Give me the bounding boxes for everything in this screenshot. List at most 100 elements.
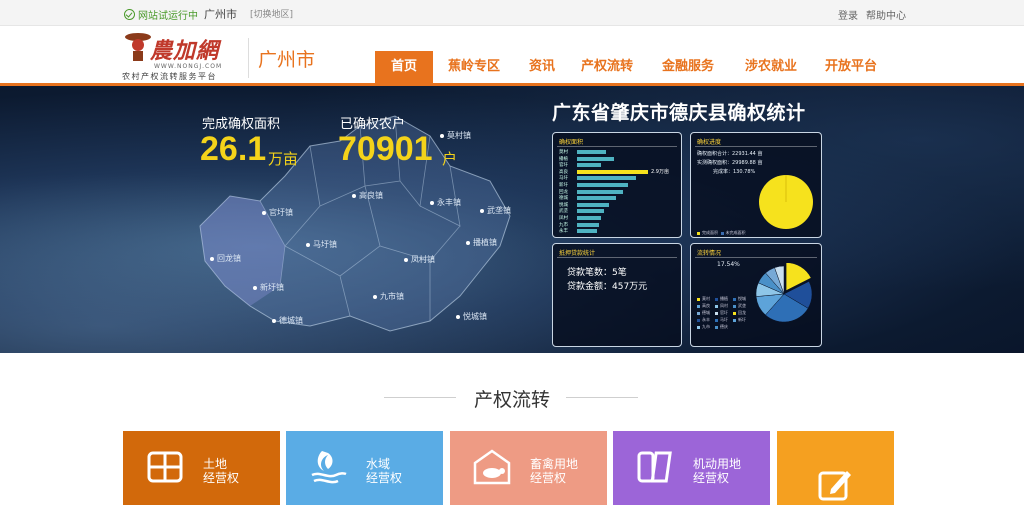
land-grid-icon xyxy=(147,451,183,483)
section-title: 产权流转 xyxy=(473,389,550,411)
area-bar xyxy=(577,169,648,174)
area-bar-label: 永丰 xyxy=(559,229,568,235)
map-town[interactable]: 悦城镇 xyxy=(456,311,487,322)
map-town[interactable]: 德城镇 xyxy=(272,315,303,326)
area-bar-label: 官圩 xyxy=(559,163,568,169)
map-town[interactable]: 高良镇 xyxy=(352,190,383,201)
flow-legend-item: 武垄 xyxy=(733,303,746,309)
flow-legend-item: 德城 xyxy=(697,310,710,316)
nav-agri-jobs[interactable]: 涉农就业 xyxy=(731,51,811,83)
map-town[interactable]: 武垄镇 xyxy=(480,205,511,216)
help-center-link[interactable]: 帮助中心 xyxy=(866,7,906,22)
progress-legend: 完成面积 未完成面积 xyxy=(697,230,746,236)
nav-news[interactable]: 资讯 xyxy=(515,51,569,83)
progress-panel-title: 确权进度 xyxy=(697,139,722,146)
area-bar xyxy=(577,189,624,194)
farmer-logo-icon xyxy=(125,33,151,61)
nav-property-transfer[interactable]: 产权流转 xyxy=(569,51,645,83)
site-status-text: 网站试运行中 xyxy=(138,11,198,22)
flow-legend-item: 德庆 xyxy=(715,324,728,330)
progress-line2: 实测确权面积：29989.88 亩 xyxy=(697,160,763,166)
map-town[interactable]: 回龙镇 xyxy=(210,253,241,264)
area-panel-title: 确权面积 xyxy=(559,139,584,146)
card-water-rights[interactable]: 水域 经营权 xyxy=(286,431,443,505)
banner-title: 广东省肇庆市德庆县确权统计 xyxy=(552,102,806,124)
map-town[interactable]: 新圩镇 xyxy=(253,282,284,293)
current-city: 广州市 xyxy=(204,8,237,21)
flow-legend-item: 莫村 xyxy=(697,296,710,302)
login-link[interactable]: 登录 xyxy=(838,7,858,22)
progress-line3: 完成率：130.78% xyxy=(713,169,756,175)
area-bar-label: 凤村 xyxy=(559,216,568,221)
area-bar xyxy=(577,229,597,234)
loan-panel-title: 抵押贷款统计 xyxy=(559,250,596,257)
card-land-rights[interactable]: 土地 经营权 xyxy=(123,431,280,505)
farmers-unit: 户 xyxy=(442,150,458,168)
site-logo[interactable]: 農加網 WWW.NONGJ.COM 农村产权流转服务平台 xyxy=(120,30,246,82)
progress-pie xyxy=(759,175,813,229)
logo-url: WWW.NONGJ.COM xyxy=(154,63,223,70)
flow-legend-item: 新圩 xyxy=(733,317,746,323)
switch-region-link[interactable]: [切换地区] xyxy=(250,7,293,20)
progress-line1: 确权面积合计：22931.44 亩 xyxy=(697,151,763,157)
area-bar xyxy=(577,163,602,168)
nav-open-platform[interactable]: 开放平台 xyxy=(811,51,891,83)
flow-legend-item: 悦城 xyxy=(733,296,746,302)
area-bar-row: 莫村 xyxy=(559,150,679,155)
area-bar xyxy=(577,156,614,161)
area-bar-row: 九市 xyxy=(559,222,679,228)
card-line2: 经营权 xyxy=(366,471,403,485)
area-bar-row: 悦城 xyxy=(559,202,679,208)
map-town[interactable]: 九市镇 xyxy=(373,291,404,302)
flow-panel-title: 流转情况 xyxy=(697,250,722,257)
flow-legend-item: 马圩 xyxy=(715,317,728,323)
area-bar-row: 马圩 xyxy=(559,176,679,181)
map-town[interactable]: 官圩镇 xyxy=(262,207,293,218)
area-bar xyxy=(577,176,636,181)
map-town[interactable]: 马圩镇 xyxy=(306,239,337,250)
area-bar xyxy=(577,183,629,187)
card-line2: 经营权 xyxy=(530,471,567,485)
card-line2: 经营权 xyxy=(203,471,240,485)
flow-legend-item: 九市 xyxy=(697,324,710,330)
nav-jiaoling-zone[interactable]: 蕉岭专区 xyxy=(433,51,515,83)
map-town[interactable]: 凤村镇 xyxy=(404,254,435,265)
area-bar-row: 德城 xyxy=(559,196,679,201)
map-town[interactable]: 永丰镇 xyxy=(430,197,461,208)
area-bar-label: 回龙 xyxy=(559,189,568,195)
area-bar-label: 九市 xyxy=(559,222,568,228)
area-bar-label: 高良 xyxy=(559,169,568,175)
card-reserve-land[interactable]: 机动用地 经营权 xyxy=(613,431,770,505)
area-bar-row: 凤村 xyxy=(559,216,679,221)
flow-legend-item: 播植 xyxy=(715,296,728,302)
loan-count: 贷款笔数：5笔 xyxy=(567,268,627,278)
card-submit-listing[interactable] xyxy=(777,431,894,505)
site-status: 网站试运行中 xyxy=(124,7,198,22)
area-bar xyxy=(577,150,607,154)
area-bar-row: 回龙 xyxy=(559,189,679,195)
nav-home[interactable]: 首页 xyxy=(375,51,433,83)
area-bar-label: 德城 xyxy=(559,196,568,202)
stats-banner[interactable]: 莫村镇 官圩镇 高良镇 永丰镇 武垄镇 马圩镇 回龙镇 播植镇 凤村镇 新圩镇 … xyxy=(0,86,1024,353)
area-bar xyxy=(577,202,609,207)
logo-name: 農加網 xyxy=(150,38,220,64)
reserve-land-icon xyxy=(637,451,672,483)
check-circle-icon xyxy=(124,9,135,20)
map-town[interactable]: 莫村镇 xyxy=(440,130,471,141)
area-bar-label: 武垄 xyxy=(559,209,568,215)
logo-tagline: 农村产权流转服务平台 xyxy=(122,72,217,81)
flow-legend-item: 永丰 xyxy=(697,317,710,323)
header-divider xyxy=(248,38,249,78)
area-highlight-value: 2.9万亩 xyxy=(651,169,669,175)
farmers-value: 70901 xyxy=(338,130,433,168)
edit-form-icon xyxy=(818,471,851,501)
area-bar-label: 莫村 xyxy=(559,150,568,155)
flow-legend-item: 官圩 xyxy=(715,310,728,316)
nav-finance[interactable]: 金融服务 xyxy=(645,51,731,83)
area-bar-label: 播植 xyxy=(559,156,568,162)
area-bar-row: 播植 xyxy=(559,156,679,162)
loan-panel: 抵押贷款统计 贷款笔数：5笔 贷款金额：457万元 xyxy=(552,243,682,347)
card-livestock-land[interactable]: 畜禽用地 经营权 xyxy=(450,431,607,505)
map-town[interactable]: 播植镇 xyxy=(466,237,497,248)
area-bar-label: 新圩 xyxy=(559,183,568,188)
